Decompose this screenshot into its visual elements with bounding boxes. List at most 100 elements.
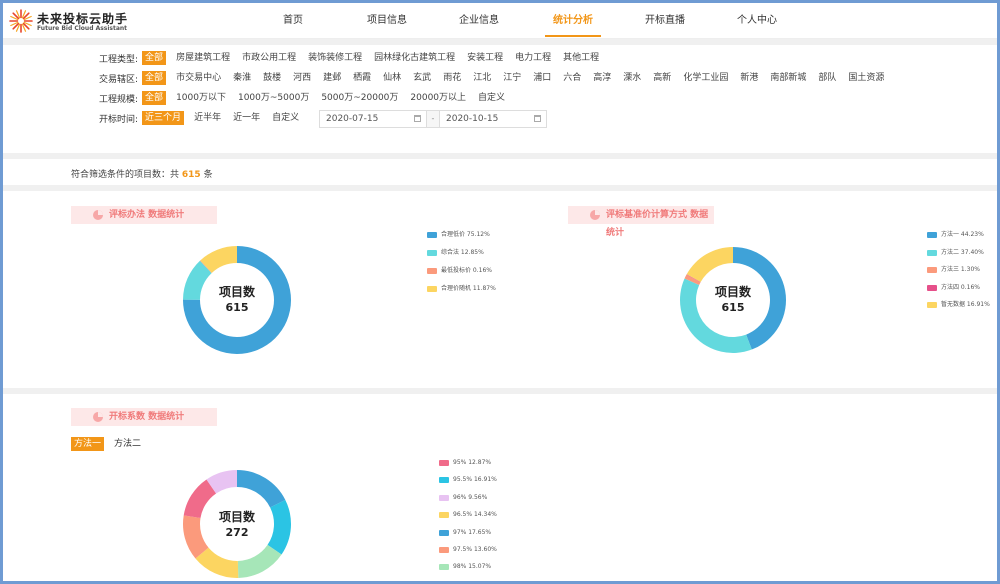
legend-swatch — [927, 302, 937, 308]
nav-company-info[interactable]: 企业信息 — [451, 3, 507, 39]
donut-slice-97%[interactable] — [237, 470, 286, 508]
divider — [3, 153, 997, 159]
legend-label: 97.5% 13.60% — [453, 546, 497, 553]
pie-chart-icon — [93, 210, 103, 220]
legend-swatch — [427, 250, 437, 256]
legend-label: 最低投标价 0.16% — [441, 267, 492, 274]
nav-live-opening[interactable]: 开标直播 — [637, 3, 693, 39]
nav-home[interactable]: 首页 — [273, 3, 313, 39]
legend-label: 合理价随机 11.87% — [441, 285, 496, 292]
legend-label: 95% 12.87% — [453, 459, 492, 466]
filter-option[interactable]: 市政公用工程 — [240, 51, 298, 65]
filter-option[interactable]: 1000万以下 — [174, 91, 228, 105]
filter-option[interactable]: 近一年 — [231, 111, 262, 125]
result-count: 符合筛选条件的项目数：共 615 条 — [71, 167, 213, 180]
filter-row-type: 工程类型: 全部 房屋建筑工程 市政公用工程 装饰装修工程 园林绿化古建筑工程 … — [99, 51, 605, 65]
date-separator: - — [427, 110, 439, 128]
filter-option[interactable]: 河西 — [291, 71, 313, 85]
filter-option[interactable]: 近三个月 — [142, 111, 185, 125]
filter-option[interactable]: 秦淮 — [231, 71, 253, 85]
filter-option[interactable]: 雨花 — [441, 71, 463, 85]
result-count-suffix: 条 — [203, 170, 213, 180]
filter-option[interactable]: 江宁 — [501, 71, 523, 85]
filter-option[interactable]: 全部 — [142, 51, 167, 65]
donut-chart-base-price — [680, 247, 786, 353]
donut-center-label: 项目数 — [218, 510, 255, 524]
divider — [3, 185, 997, 191]
section-title-text: 开标系数 数据统计 — [109, 412, 185, 422]
section-title-text: 评标办法 数据统计 — [109, 210, 185, 220]
filter-option[interactable]: 建邺 — [321, 71, 343, 85]
top-navbar: 未来投标云助手 Future Bid Cloud Assistant 首页 项目… — [3, 3, 997, 39]
calendar-icon — [534, 115, 541, 122]
filter-option[interactable]: 电力工程 — [513, 51, 553, 65]
donut-center-label: 项目数 — [218, 285, 255, 299]
section-title-text: 评标基准价计算方式 数据统计 — [606, 210, 709, 238]
filter-option[interactable]: 栖霞 — [351, 71, 373, 85]
divider — [3, 388, 997, 394]
filter-option[interactable]: 江北 — [471, 71, 493, 85]
donut-chart-bid-method — [183, 246, 291, 354]
filter-option[interactable]: 部队 — [816, 71, 838, 85]
legend-swatch — [439, 460, 449, 466]
calendar-icon — [414, 115, 421, 122]
filter-option[interactable]: 高淳 — [591, 71, 613, 85]
filter-label: 交易辖区: — [99, 74, 139, 85]
legend-swatch — [427, 268, 437, 274]
nav-statistics[interactable]: 统计分析 — [545, 3, 601, 39]
end-date-input[interactable]: 2020-10-15 — [439, 110, 547, 128]
filter-option[interactable]: 高新 — [651, 71, 673, 85]
start-date-value: 2020-07-15 — [326, 114, 379, 124]
filter-option[interactable]: 鼓楼 — [261, 71, 283, 85]
filter-option[interactable]: 国土资源 — [846, 71, 886, 85]
filter-option[interactable]: 1000万~5000万 — [236, 91, 311, 105]
nav-user-center[interactable]: 个人中心 — [729, 3, 785, 39]
legend-label: 方法四 0.16% — [941, 283, 980, 291]
filter-row-time: 开标时间: 近三个月 近半年 近一年 自定义 — [99, 111, 305, 125]
filter-option[interactable]: 全部 — [142, 71, 167, 85]
filter-option[interactable]: 20000万以上 — [408, 91, 468, 105]
legend-label: 97% 17.65% — [453, 528, 492, 536]
pie-chart-icon — [590, 210, 600, 220]
filter-option[interactable]: 其他工程 — [561, 51, 601, 65]
legend-swatch — [439, 529, 449, 536]
result-count-prefix: 符合筛选条件的项目数：共 — [71, 170, 180, 180]
filter-option[interactable]: 六合 — [561, 71, 583, 85]
donut-center-total: 615 — [225, 301, 249, 314]
section-title-bid-method: 评标办法 数据统计 — [71, 206, 217, 224]
filter-option[interactable]: 全部 — [142, 91, 167, 105]
sunburst-logo-icon — [9, 9, 33, 33]
filter-option[interactable]: 溧水 — [621, 71, 643, 85]
filter-option[interactable]: 5000万~20000万 — [319, 91, 400, 105]
legend-label: 96% 9.56% — [453, 493, 488, 501]
app-window: 未来投标云助手 Future Bid Cloud Assistant 首页 项目… — [0, 0, 1000, 584]
legend-swatch — [427, 286, 437, 292]
filter-option[interactable]: 自定义 — [270, 111, 301, 125]
filter-option[interactable]: 仙林 — [381, 71, 403, 85]
filter-option[interactable]: 自定义 — [476, 91, 507, 105]
filter-option[interactable]: 装饰装修工程 — [306, 51, 364, 65]
legend-label: 98% 15.07% — [453, 563, 492, 571]
legend-swatch — [427, 232, 437, 238]
filter-option[interactable]: 安装工程 — [465, 51, 505, 65]
filter-option[interactable]: 化学工业园 — [681, 71, 730, 85]
donut-center-label: 项目数 — [714, 285, 751, 299]
start-date-input[interactable]: 2020-07-15 — [319, 110, 427, 128]
filter-option[interactable]: 市交易中心 — [174, 71, 223, 85]
nav-project-info[interactable]: 项目信息 — [359, 3, 415, 39]
legend-label: 方法二 37.40% — [941, 248, 984, 256]
tab-method-two[interactable]: 方法二 — [114, 437, 141, 451]
filter-option[interactable]: 浦口 — [531, 71, 553, 85]
filter-option[interactable]: 南部新城 — [768, 71, 808, 85]
legend-swatch — [439, 494, 449, 501]
legend-swatch — [927, 267, 937, 273]
filter-option[interactable]: 玄武 — [411, 71, 433, 85]
tab-method-one[interactable]: 方法一 — [71, 437, 105, 451]
filter-option[interactable]: 房屋建筑工程 — [174, 51, 232, 65]
filter-option[interactable]: 园林绿化古建筑工程 — [372, 51, 457, 65]
donut-slice-暂无数据[interactable] — [686, 247, 733, 282]
filter-option[interactable]: 近半年 — [192, 111, 223, 125]
filter-row-area: 交易辖区: 全部 市交易中心 秦淮 鼓楼 河西 建邺 栖霞 仙林 玄武 雨花 江… — [99, 71, 890, 85]
legend-label: 方法三 1.30% — [941, 266, 980, 273]
filter-option[interactable]: 新港 — [738, 71, 760, 85]
